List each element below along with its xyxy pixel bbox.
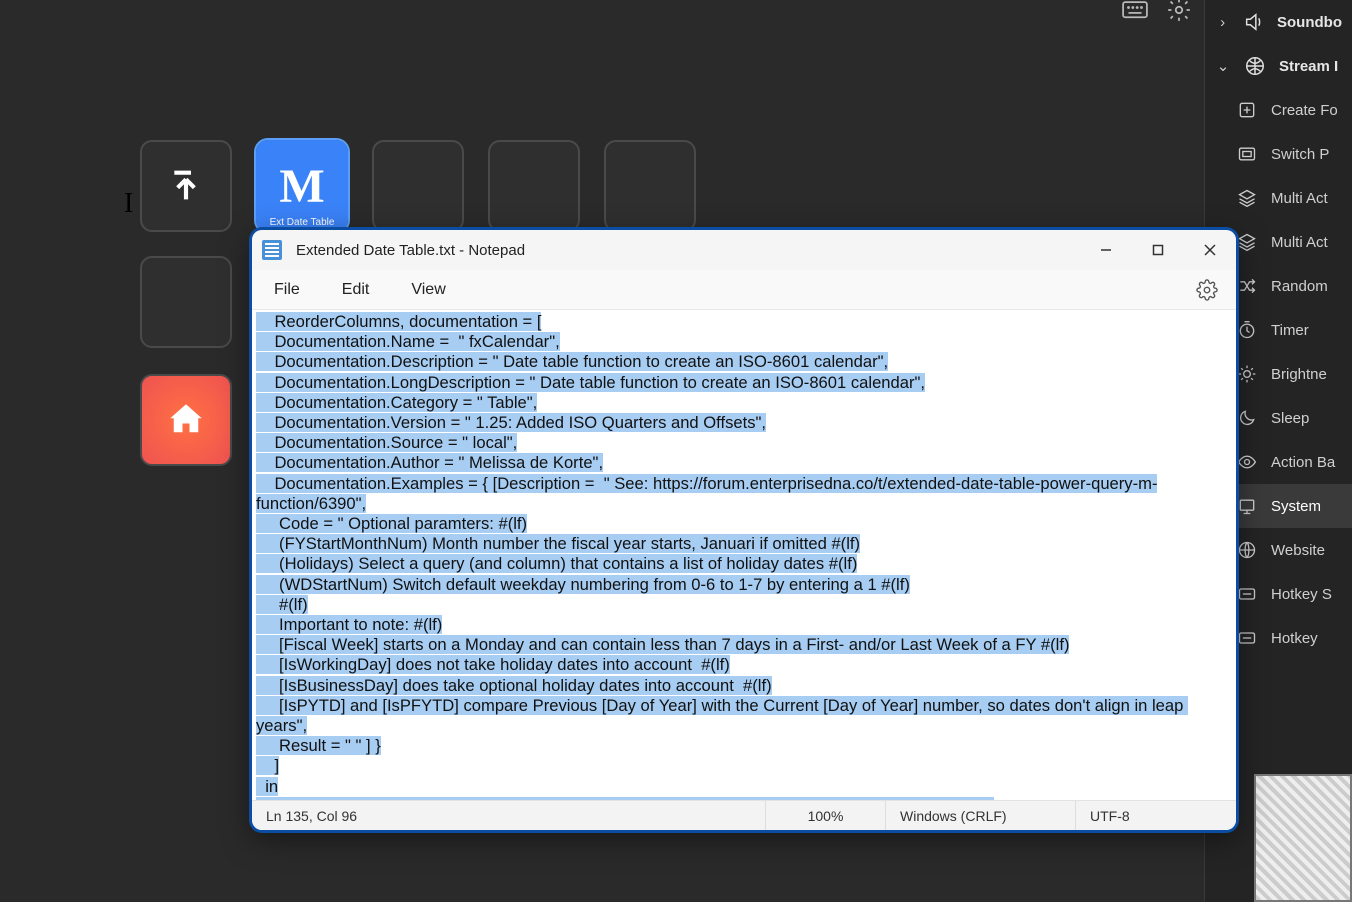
panel-item-label: Random bbox=[1271, 278, 1328, 295]
globe-icon bbox=[1235, 538, 1259, 562]
minimize-button[interactable] bbox=[1080, 230, 1132, 270]
layers-icon bbox=[1235, 230, 1259, 254]
menubar: File Edit View bbox=[252, 270, 1236, 310]
notepad-app-icon bbox=[262, 240, 282, 260]
panel-group-label: Stream I bbox=[1279, 58, 1338, 75]
slot-up-arrow[interactable] bbox=[140, 140, 232, 232]
slot-home[interactable] bbox=[140, 374, 232, 466]
panel-item-label: Sleep bbox=[1271, 410, 1309, 427]
status-encoding: UTF-8 bbox=[1076, 801, 1236, 830]
slot-label: Ext Date Table bbox=[256, 217, 348, 228]
slot-empty-1[interactable] bbox=[372, 140, 464, 232]
brightness-icon bbox=[1235, 362, 1259, 386]
moon-icon bbox=[1235, 406, 1259, 430]
globe-grid-icon bbox=[1243, 54, 1267, 78]
eye-icon bbox=[1235, 450, 1259, 474]
chevron-right-icon: › bbox=[1215, 14, 1230, 31]
panel-item-label: System bbox=[1271, 498, 1321, 515]
panel-item-label: Multi Act bbox=[1271, 190, 1328, 207]
menu-file[interactable]: File bbox=[268, 277, 306, 303]
text-editor[interactable]: ReorderColumns, documentation = [ Docume… bbox=[252, 310, 1236, 800]
hotkey-icon bbox=[1235, 582, 1259, 606]
preview-thumbnail[interactable] bbox=[1254, 774, 1352, 902]
menu-edit[interactable]: Edit bbox=[336, 277, 376, 303]
text-cursor-icon: I bbox=[124, 188, 133, 220]
panel-item-label: Multi Act bbox=[1271, 234, 1328, 251]
close-button[interactable] bbox=[1184, 230, 1236, 270]
gear-icon[interactable] bbox=[1166, 0, 1192, 20]
panel-group-stream[interactable]: ⌄ Stream I bbox=[1205, 44, 1352, 88]
panel-group-soundboard[interactable]: › Soundbo bbox=[1205, 0, 1352, 44]
layers-icon bbox=[1235, 186, 1259, 210]
timer-icon bbox=[1235, 318, 1259, 342]
panel-item-label: Create Fo bbox=[1271, 102, 1338, 119]
settings-gear-icon[interactable] bbox=[1196, 279, 1218, 301]
panel-item-label: Action Ba bbox=[1271, 454, 1335, 471]
notepad-window: Extended Date Table.txt - Notepad File E… bbox=[252, 230, 1236, 830]
slot-empty-2[interactable] bbox=[488, 140, 580, 232]
panel-item-switch[interactable]: Switch P bbox=[1205, 132, 1352, 176]
statusbar bbox=[1122, 0, 1192, 20]
panel-item-label: Website bbox=[1271, 542, 1325, 559]
panel-item-label: Hotkey S bbox=[1271, 586, 1332, 603]
chevron-down-icon: ⌄ bbox=[1215, 57, 1231, 75]
status-zoom[interactable]: 100% bbox=[766, 801, 886, 830]
system-icon bbox=[1235, 494, 1259, 518]
switch-icon bbox=[1235, 142, 1259, 166]
menu-view[interactable]: View bbox=[405, 277, 451, 303]
create-icon bbox=[1235, 98, 1259, 122]
status-position: Ln 135, Col 96 bbox=[252, 801, 766, 830]
window-title: Extended Date Table.txt - Notepad bbox=[296, 242, 525, 259]
panel-item-multi-1[interactable]: Multi Act bbox=[1205, 176, 1352, 220]
slot-empty-4[interactable] bbox=[140, 256, 232, 348]
status-bar: Ln 135, Col 96 100% Windows (CRLF) UTF-8 bbox=[252, 800, 1236, 830]
panel-item-label: Brightne bbox=[1271, 366, 1327, 383]
panel-item-label: Switch P bbox=[1271, 146, 1329, 163]
panel-group-label: Soundbo bbox=[1277, 14, 1342, 31]
maximize-button[interactable] bbox=[1132, 230, 1184, 270]
titlebar[interactable]: Extended Date Table.txt - Notepad bbox=[252, 230, 1236, 270]
panel-item-create[interactable]: Create Fo bbox=[1205, 88, 1352, 132]
keyboard-icon[interactable] bbox=[1122, 0, 1148, 20]
panel-item-label: Hotkey bbox=[1271, 630, 1318, 647]
desktop-canvas: M Ext Date Table I › Soundbo ⌄ Stream I … bbox=[0, 0, 1352, 902]
slot-ext-date-table[interactable]: M Ext Date Table bbox=[256, 140, 348, 232]
panel-item-label: Timer bbox=[1271, 322, 1309, 339]
hotkey-icon bbox=[1235, 626, 1259, 650]
slot-empty-3[interactable] bbox=[604, 140, 696, 232]
status-eol: Windows (CRLF) bbox=[886, 801, 1076, 830]
speaker-icon bbox=[1242, 10, 1265, 34]
random-icon bbox=[1235, 274, 1259, 298]
